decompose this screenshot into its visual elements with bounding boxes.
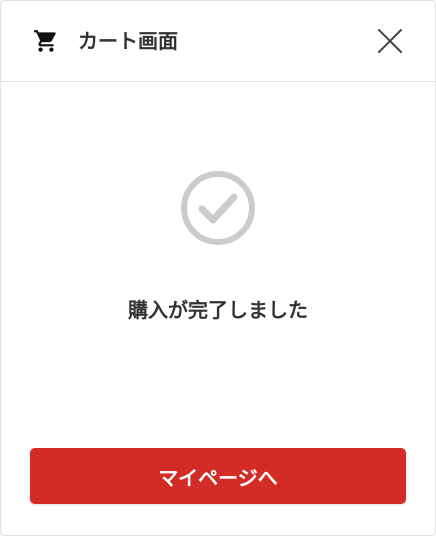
purchase-complete-message: 購入が完了しました	[128, 298, 308, 322]
dialog-header: カート画面	[1, 1, 435, 82]
close-button[interactable]	[373, 24, 407, 58]
cart-icon	[33, 28, 59, 54]
check-circle-icon	[179, 169, 257, 247]
cart-dialog: カート画面 購入が完了しました マイページへ	[0, 0, 436, 536]
mypage-button[interactable]: マイページへ	[30, 448, 406, 504]
page-title: カート画面	[78, 29, 178, 53]
close-icon	[373, 29, 407, 62]
